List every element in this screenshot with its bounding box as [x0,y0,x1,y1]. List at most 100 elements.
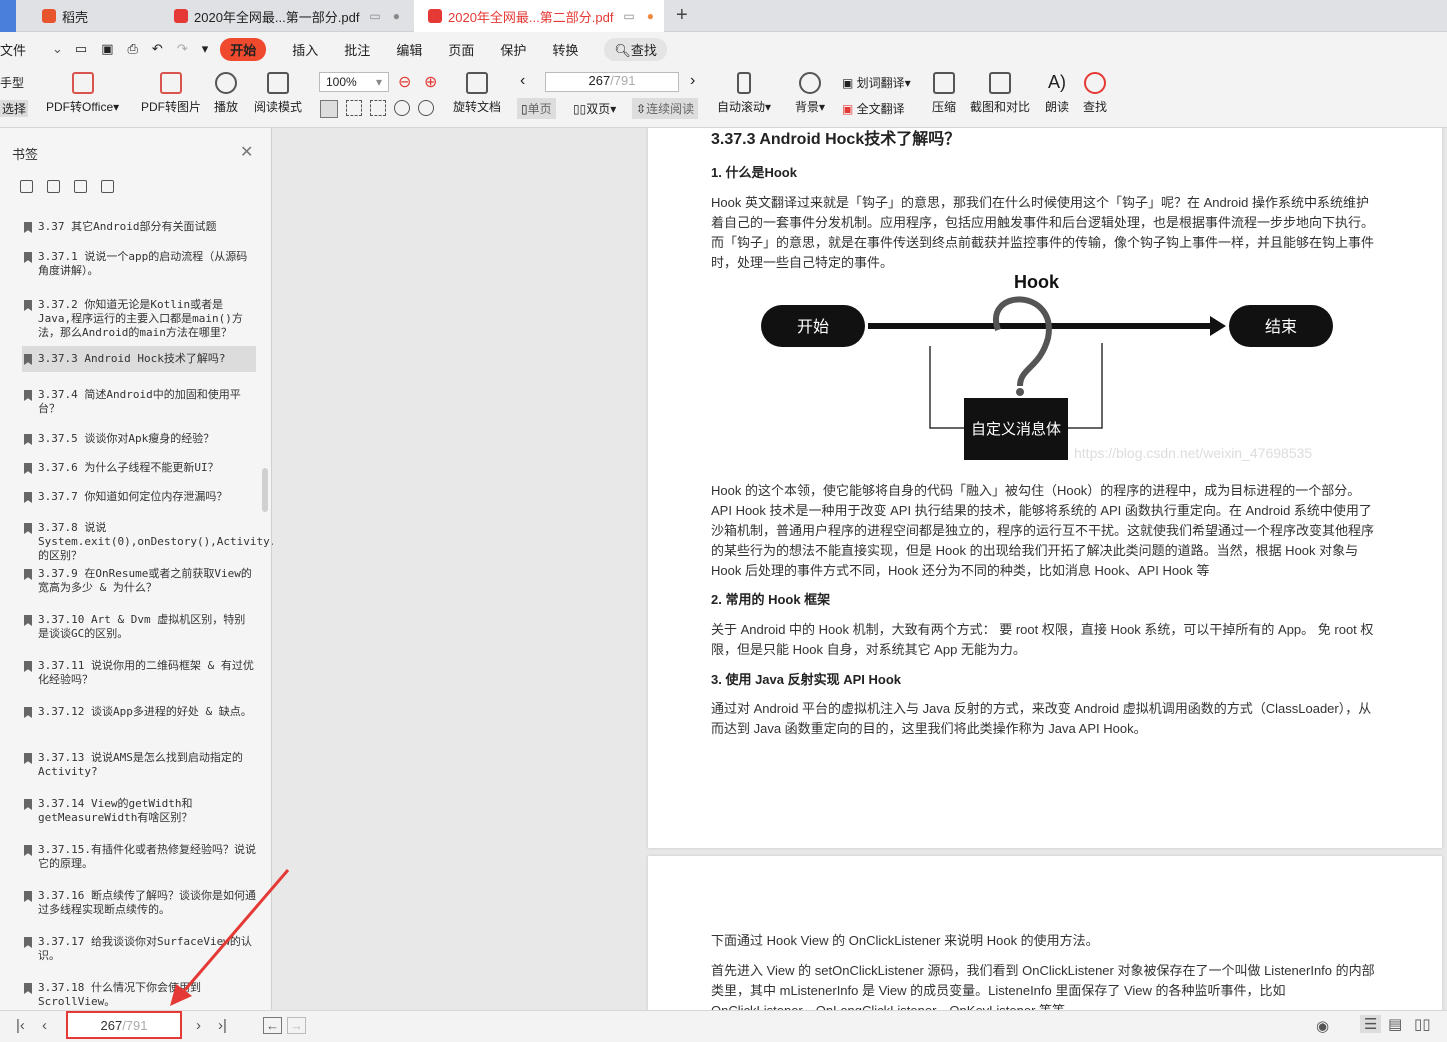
tab-docer[interactable]: 稻壳 [28,0,156,32]
dot-icon[interactable]: ● [647,9,654,23]
play-button[interactable]: 播放 [214,72,238,115]
rotate-doc-button[interactable]: 旋转文档 [453,72,501,115]
scrollbar[interactable] [262,468,268,512]
single-view-icon[interactable]: ▤ [1388,1015,1402,1033]
background-button[interactable]: 背景▾ [795,72,825,115]
bookmark-item[interactable]: 3.37.5 谈谈你对Apk瘦身的经验？ [22,432,256,446]
pdf-to-image-button[interactable]: PDF转图片 [141,72,201,115]
tab-label: 稻壳 [62,9,89,25]
tab-part1[interactable]: 2020年全网最...第一部分.pdf ▭ ● [160,0,410,32]
page-number-box[interactable]: 267/791 [66,1011,182,1039]
prev-page-icon[interactable]: ‹ [520,72,525,90]
bookmark-item[interactable]: 3.37.13 说说AMS是怎么找到启动指定的Activity? [22,751,256,779]
bookmark-label: 3.37.16 断点续传了解吗？谈谈你是如何通过多线程实现断点续传的。 [38,889,256,916]
bookmark-item[interactable]: 3.37.15.有插件化或者热修复经验吗？说说它的原理。 [22,843,256,871]
read-mode-button[interactable]: 阅读模式 [254,72,302,115]
rotate-right-icon[interactable] [418,100,434,116]
bookmark-item[interactable]: 3.37.4 简述Android中的加固和使用平台？ [22,388,256,416]
menu-convert[interactable]: 转换 [552,40,578,59]
screenshot-compare-button[interactable]: 截图和对比 [970,72,1030,115]
rotate-left-icon[interactable] [394,100,410,116]
word-translate-button[interactable]: ▣ 划词翻译▾ [842,74,911,91]
pin-icon[interactable]: ▭ [369,9,380,23]
continuous-view-icon[interactable]: ☰ [1360,1015,1382,1033]
menu-edit[interactable]: 编辑 [396,40,422,59]
pdf-to-office-button[interactable]: PDF转Office▾ [46,72,119,115]
paragraph-6: 首先进入 View 的 setOnClickListener 源码，我们看到 O… [711,963,1375,1010]
open-icon[interactable]: ▭ [75,41,87,57]
select-tool[interactable]: 选择 [0,100,29,117]
menu-search[interactable]: 🔍︎查找 [604,37,667,61]
bookmark-item[interactable]: 3.37.11 说说你用的二维码框架 & 有过优化经验吗？ [22,659,256,687]
dot-icon[interactable]: ● [393,9,400,23]
first-page-icon[interactable]: |‹ [16,1017,25,1034]
print-icon[interactable]: ⎙ [128,41,138,57]
menu-file[interactable]: 文件 [0,40,26,59]
auto-scroll-button[interactable]: 自动滚动▾ [717,72,771,115]
bookmark-item[interactable]: 3.37.3 Android Hock技术了解吗? [22,346,256,372]
menu-protect[interactable]: 保护 [500,40,526,59]
last-page-icon[interactable]: ›| [218,1017,227,1034]
full-translate-button[interactable]: ▣ 全文翻译 [842,100,905,117]
pdf-icon [174,9,188,23]
expand-all-icon[interactable] [20,180,33,193]
document-viewer[interactable]: 3.37.3 Android Hock技术了解吗？ 1. 什么是Hook Hoo… [273,128,1447,1010]
tab-part2[interactable]: 2020年全网最...第二部分.pdf ▭ ● [414,0,664,32]
menu-insert[interactable]: 插入 [292,40,318,59]
zoom-out-icon[interactable]: ⊖ [398,72,411,92]
bookmark-icon[interactable] [101,180,114,193]
bookmark-item[interactable]: 3.37.17 给我谈谈你对SurfaceView的认识。 [22,935,256,963]
new-tab-button[interactable]: + [676,4,688,27]
bookmark-label: 3.37.10 Art & Dvm 虚拟机区别，特别是谈谈GC的区别。 [38,613,246,640]
actual-size-icon[interactable] [320,100,338,118]
find-button[interactable]: 查找 [1083,72,1107,115]
forward-icon[interactable]: → [287,1017,306,1034]
menu-comment[interactable]: 批注 [344,40,370,59]
read-aloud-button[interactable]: A) 朗读 [1045,72,1069,115]
bookmark-item[interactable]: 3.37.18 什么情况下你会使用到ScrollView。 [22,981,256,1009]
bookmark-item[interactable]: 3.37.12 谈谈App多进程的好处 & 缺点。 [22,705,256,719]
search-label: 查找 [630,42,657,58]
back-icon[interactable]: ← [263,1017,282,1034]
menu-start[interactable]: 开始 [220,37,267,61]
undo-icon[interactable]: ↶ [152,41,163,57]
bookmark-item[interactable]: 3.37.10 Art & Dvm 虚拟机区别，特别是谈谈GC的区别。 [22,613,256,641]
bookmark-item[interactable]: 3.37.7 你知道如何定位内存泄漏吗？ [22,490,256,504]
bookmark-item[interactable]: 3.37.16 断点续传了解吗？谈谈你是如何通过多线程实现断点续传的。 [22,889,256,917]
home-tab-edge[interactable] [0,0,16,32]
prev-page-icon[interactable]: ‹ [42,1017,47,1034]
bookmark-item[interactable]: 3.37.14 View的getWidth和getMeasureWidth有啥区… [22,797,256,825]
page-input[interactable]: 267/791 [545,72,679,92]
more-icon[interactable]: ▾ [202,41,209,57]
hand-tool[interactable]: 手型 [0,74,24,91]
fit-page-icon[interactable] [346,100,362,116]
redo-icon[interactable]: ↷ [177,41,188,57]
bookmark-item[interactable]: 3.37.1 说说一个app的启动流程（从源码角度讲解）。 [22,250,256,278]
next-page-icon[interactable]: › [196,1017,201,1034]
fit-width-icon[interactable] [370,100,386,116]
double-view-icon[interactable]: ▯▯ [1414,1015,1431,1033]
compress-button[interactable]: 压缩 [932,72,956,115]
bookmark-item[interactable]: 3.37.8 说说System.exit(0),onDestory(),Acti… [22,521,329,563]
add-bookmark-icon[interactable] [74,180,87,193]
bookmark-item[interactable]: 3.37.6 为什么子线程不能更新UI？ [22,461,256,475]
book-icon [267,72,289,94]
save-icon[interactable]: ▣ [101,41,113,57]
continuous-read-button[interactable]: ⇳连续阅读 [632,98,699,119]
menu-page[interactable]: 页面 [448,40,474,59]
chevron-down-icon[interactable]: ⌄ [52,41,63,57]
single-page-button[interactable]: ▯单页 [517,98,556,119]
collapse-all-icon[interactable] [47,180,60,193]
bookmark-item[interactable]: 3.37.2 你知道无论是Kotlin或者是Java,程序运行的主要入口都是ma… [22,298,256,340]
zoom-in-icon[interactable]: ⊕ [424,72,437,92]
bookmark-item[interactable]: 3.37 其它Android部分有关面试题 [22,220,256,234]
double-page-button[interactable]: ▯▯双页▾ [573,100,616,117]
zoom-select[interactable]: 100% ▾ [319,72,389,92]
eye-icon[interactable]: ◉ [1316,1017,1329,1035]
bookmark-item[interactable]: 3.37.9 在OnResume或者之前获取View的宽高为多少 & 为什么？ [22,567,256,595]
bookmark-label: 3.37.6 为什么子线程不能更新UI？ [38,461,219,474]
next-page-icon[interactable]: › [690,72,695,90]
section-heading: 3.37.3 Android Hock技术了解吗？ [711,131,961,148]
pin-icon[interactable]: ▭ [623,9,634,23]
close-icon[interactable]: ✕ [240,142,253,162]
